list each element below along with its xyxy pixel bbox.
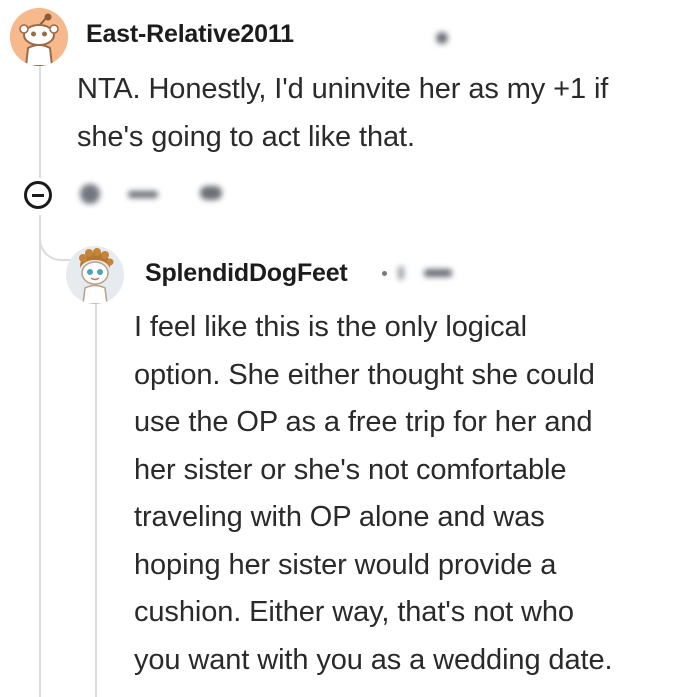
award-icon[interactable]: [80, 184, 100, 204]
timestamp: [398, 266, 404, 280]
meta-separator: [382, 271, 387, 276]
upvote-icon[interactable]: [128, 191, 158, 198]
upvote-icon[interactable]: [436, 32, 448, 44]
collapse-minus-icon[interactable]: [24, 181, 52, 209]
thread-line[interactable]: [39, 66, 41, 178]
comment-username[interactable]: East-Relative2011: [86, 20, 294, 49]
comment-body: NTA. Honestly, I'd uninvite her as my +1…: [77, 73, 609, 153]
downvote-icon[interactable]: [200, 186, 222, 200]
thread-line[interactable]: [39, 215, 41, 697]
award-icon[interactable]: [424, 269, 452, 277]
comment-thread: East-Relative2011 NTA. Honestly, I'd uni…: [0, 0, 700, 697]
reply-thread-line[interactable]: [95, 302, 97, 697]
comment-body: I feel like this is the only logical opt…: [134, 311, 613, 676]
curly-hair-avatar-icon[interactable]: [66, 246, 124, 304]
comment-username[interactable]: SplendidDogFeet: [145, 259, 348, 288]
snoo-avatar-icon[interactable]: [10, 8, 68, 66]
